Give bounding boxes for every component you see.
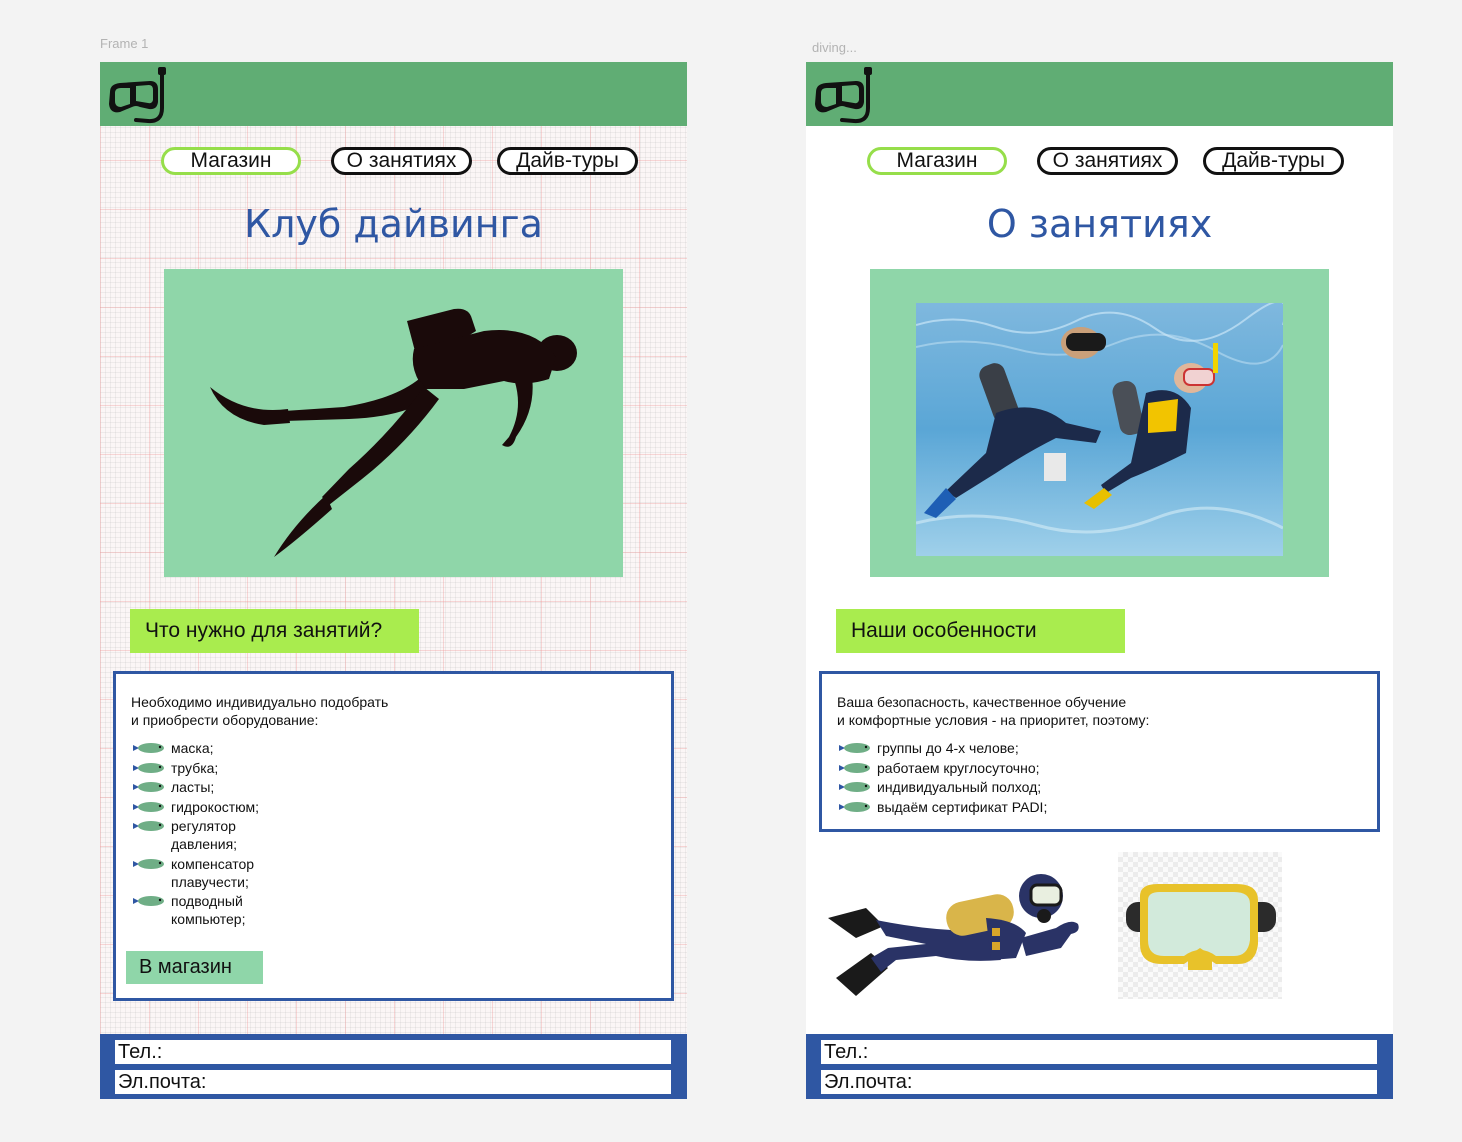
features-info-box: Ваша безопасность, качественное обучение… [819,671,1380,832]
snorkel-mask-icon[interactable] [812,64,878,124]
nav-shop-button[interactable]: Магазин [161,147,301,175]
fish-icon [133,801,164,812]
list-item: индивидуальный полход; [837,778,1047,796]
snorkel-mask-icon[interactable] [106,64,172,124]
page-title: О занятиях [986,202,1213,246]
list-item: группы до 4-х челове; [837,739,1047,757]
email-field: Эл.почта: [115,1070,671,1094]
phone-field: Тел.: [115,1040,671,1064]
list-item: работаем круглосуточно; [837,759,1047,777]
intro-text: Ваша безопасность, качественное обучение… [837,694,1150,728]
footer: Тел.: Эл.почта: [806,1034,1393,1099]
list-item: трубка; [131,759,259,777]
scuba-diver-illustration [828,874,1079,996]
fish-icon [133,782,164,792]
list-item: гидрокостюм; [131,798,259,816]
page-title: Клуб дайвинга [244,202,543,246]
fish-icon [133,743,164,753]
list-item: маска; [131,739,259,757]
list-item: выдаём сертификат PADI; [837,798,1047,816]
frame-1: Магазин О занятиях Дайв-туры Клуб дайвин… [100,62,687,1099]
divers-photo [916,303,1283,556]
nav-tours-button[interactable]: Дайв-туры [1203,147,1344,175]
email-field: Эл.почта: [821,1070,1377,1094]
hero-image [870,269,1329,577]
fish-icon [133,858,164,869]
features-list: группы до 4-х челове; работаем круглосут… [837,739,1047,817]
footer: Тел.: Эл.почта: [100,1034,687,1099]
diving-mask-image [1118,852,1282,999]
header [100,62,687,126]
diver-silhouette-icon [210,308,577,557]
to-shop-button[interactable]: В магазин [126,951,263,984]
fish-icon [839,801,870,812]
list-item: компенсатор плавучести; [131,855,259,891]
frame-1-label: Frame 1 [100,36,149,51]
section-label: Наши особенности [836,609,1125,653]
intro-text: Необходимо индивидуально подобрать и при… [131,694,389,728]
fish-icon [133,821,164,831]
nav-about-button[interactable]: О занятиях [331,147,472,175]
frame-2-label: diving... [812,40,857,55]
phone-field: Тел.: [821,1040,1377,1064]
fish-icon [133,762,164,773]
equipment-info-box: Необходимо индивидуально подобрать и при… [113,671,674,1001]
fish-icon [839,762,870,773]
header [806,62,1393,126]
list-item: регулятор давления; [131,817,259,853]
hero-image [164,269,623,577]
list-item: подводный компьютер; [131,892,259,928]
equipment-list: маска; трубка; ласты; гидрокостюм; регул… [131,739,259,930]
list-item: ласты; [131,778,259,796]
fish-icon [839,743,870,753]
nav-tours-button[interactable]: Дайв-туры [497,147,638,175]
section-label: Что нужно для занятий? [130,609,419,653]
fish-icon [839,782,870,792]
nav-shop-button[interactable]: Магазин [867,147,1007,175]
fish-icon [133,896,164,906]
nav-about-button[interactable]: О занятиях [1037,147,1178,175]
frame-2: Магазин О занятиях Дайв-туры О занятиях [806,62,1393,1099]
